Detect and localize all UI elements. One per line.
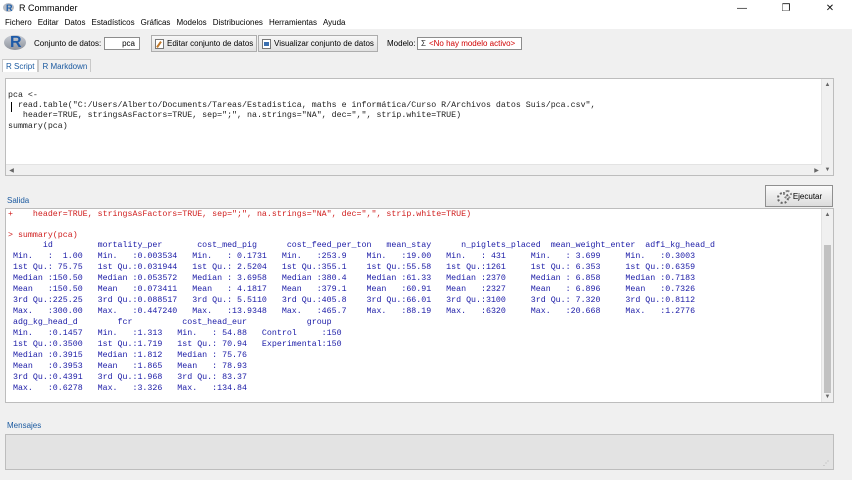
close-button[interactable]: ✕ (808, 0, 852, 16)
script-editor[interactable]: pca <- read.table("C:/Users/Alberto/Docu… (5, 78, 834, 176)
tab-r-script[interactable]: R Script (2, 59, 39, 72)
minimize-button[interactable]: — (720, 0, 764, 16)
view-dataset-button[interactable]: Visualizar conjunto de datos (258, 35, 378, 52)
scroll-thumb[interactable] (824, 245, 831, 393)
menu-ayuda[interactable]: Ayuda (320, 18, 349, 27)
output-result-line: Min. : 1.00 Min. :0.003534 Min. : 0.1731… (8, 252, 696, 261)
menu-distribuciones[interactable]: Distribuciones (210, 18, 266, 27)
edit-dataset-label: Editar conjunto de datos (167, 39, 254, 48)
menu-graficas[interactable]: Gráficas (138, 18, 174, 27)
execute-label: Ejecutar (792, 191, 823, 201)
active-model-value: <No hay modelo activo> (428, 39, 516, 48)
view-icon (262, 38, 271, 49)
script-line: read.table("C:/Users/Alberto/Documents/T… (8, 101, 596, 111)
output-command-line: > summary(pca) (8, 231, 78, 240)
output-result-line: 3rd Qu.:0.4391 3rd Qu.:1.968 3rd Qu.: 83… (8, 373, 247, 382)
menu-editar[interactable]: Editar (35, 18, 62, 27)
r-commander-window: R R Commander — ❐ ✕ Fichero Editar Datos… (0, 0, 852, 480)
menu-bar: Fichero Editar Datos Estadísticos Gráfic… (0, 16, 852, 29)
script-line: summary(pca) (8, 121, 68, 131)
r-logo-icon: R (4, 34, 26, 52)
output-result-line: Max. :300.00 Max. :0.447240 Max. :13.934… (8, 307, 696, 316)
output-result-line: Mean :150.50 Mean :0.073411 Mean : 4.181… (8, 285, 696, 294)
resize-grip-icon[interactable]: ⋰ (823, 460, 831, 468)
output-result-line: id mortality_per cost_med_pig cost_feed_… (8, 241, 716, 250)
messages-window[interactable]: ⋰ (5, 434, 834, 470)
sigma-icon: Σ (421, 39, 426, 48)
output-result-line: Mean :0.3953 Mean :1.865 Mean : 78.93 (8, 362, 247, 371)
script-line: header=TRUE, stringsAsFactors=TRUE, sep=… (8, 111, 462, 121)
scroll-down-icon[interactable]: ▼ (822, 164, 833, 175)
output-result-line: Max. :0.6278 Max. :3.326 Max. :134.84 (8, 384, 247, 393)
window-controls: — ❐ ✕ (720, 0, 852, 16)
output-result-line: 3rd Qu.:225.25 3rd Qu.:0.088517 3rd Qu.:… (8, 296, 696, 305)
script-vertical-scrollbar[interactable]: ▲ ▼ (821, 79, 833, 175)
script-horizontal-scrollbar[interactable]: ◀ ▶ (6, 164, 822, 175)
output-result-line: Median :150.50 Median :0.053572 Median :… (8, 274, 696, 283)
output-result-line: 1st Qu.:0.3500 1st Qu.:1.719 1st Qu.: 70… (8, 340, 342, 349)
active-dataset-button[interactable]: pca (104, 37, 140, 50)
edit-dataset-button[interactable]: Editar conjunto de datos (151, 35, 258, 52)
output-vertical-scrollbar[interactable]: ▲ ▼ (821, 209, 833, 402)
scroll-left-icon[interactable]: ◀ (6, 165, 17, 175)
title-bar: R R Commander — ❐ ✕ (0, 0, 852, 16)
script-line: pca <- (8, 91, 38, 100)
menu-estadisticos[interactable]: Estadísticos (89, 18, 138, 27)
scroll-down-icon[interactable]: ▼ (822, 391, 833, 402)
menu-datos[interactable]: Datos (62, 18, 89, 27)
editor-tabs: R Script R Markdown (2, 59, 92, 72)
output-window[interactable]: + header=TRUE, stringsAsFactors=TRUE, se… (5, 208, 834, 403)
menu-herramientas[interactable]: Herramientas (266, 18, 320, 27)
gears-icon (776, 190, 792, 204)
view-dataset-label: Visualizar conjunto de datos (274, 39, 374, 48)
output-label: Salida (7, 196, 30, 205)
output-result-line: adg_kg_head_d fcr cost_head_eur group (8, 318, 332, 327)
menu-modelos[interactable]: Modelos (173, 18, 209, 27)
maximize-button[interactable]: ❐ (764, 0, 808, 16)
window-title: R Commander (19, 3, 78, 13)
active-model-button[interactable]: Σ <No hay modelo activo> (417, 37, 522, 50)
output-command-line: + header=TRUE, stringsAsFactors=TRUE, se… (8, 210, 472, 219)
text-cursor (11, 102, 12, 112)
messages-label: Mensajes (7, 421, 42, 430)
scroll-right-icon[interactable]: ▶ (811, 165, 822, 175)
edit-icon (155, 38, 164, 49)
toolbar: R Conjunto de datos: pca Editar conjunto… (0, 29, 852, 57)
tab-r-markdown[interactable]: R Markdown (38, 59, 92, 72)
scroll-up-icon[interactable]: ▲ (822, 209, 833, 220)
output-result-line: Min. :0.1457 Min. :1.313 Min. : 54.88 Co… (8, 329, 342, 338)
dataset-label: Conjunto de datos: (34, 39, 102, 48)
script-code: pca <- read.table("C:/Users/Alberto/Docu… (8, 91, 596, 132)
execute-button[interactable]: Ejecutar (765, 185, 833, 207)
output-result-line: 1st Qu.: 75.75 1st Qu.:0.031944 1st Qu.:… (8, 263, 696, 272)
model-label: Modelo: (387, 39, 416, 48)
menu-fichero[interactable]: Fichero (2, 18, 35, 27)
output-result-line: Median :0.3915 Median :1.812 Median : 75… (8, 351, 247, 360)
scroll-up-icon[interactable]: ▲ (822, 79, 833, 90)
r-app-icon: R (3, 2, 15, 14)
